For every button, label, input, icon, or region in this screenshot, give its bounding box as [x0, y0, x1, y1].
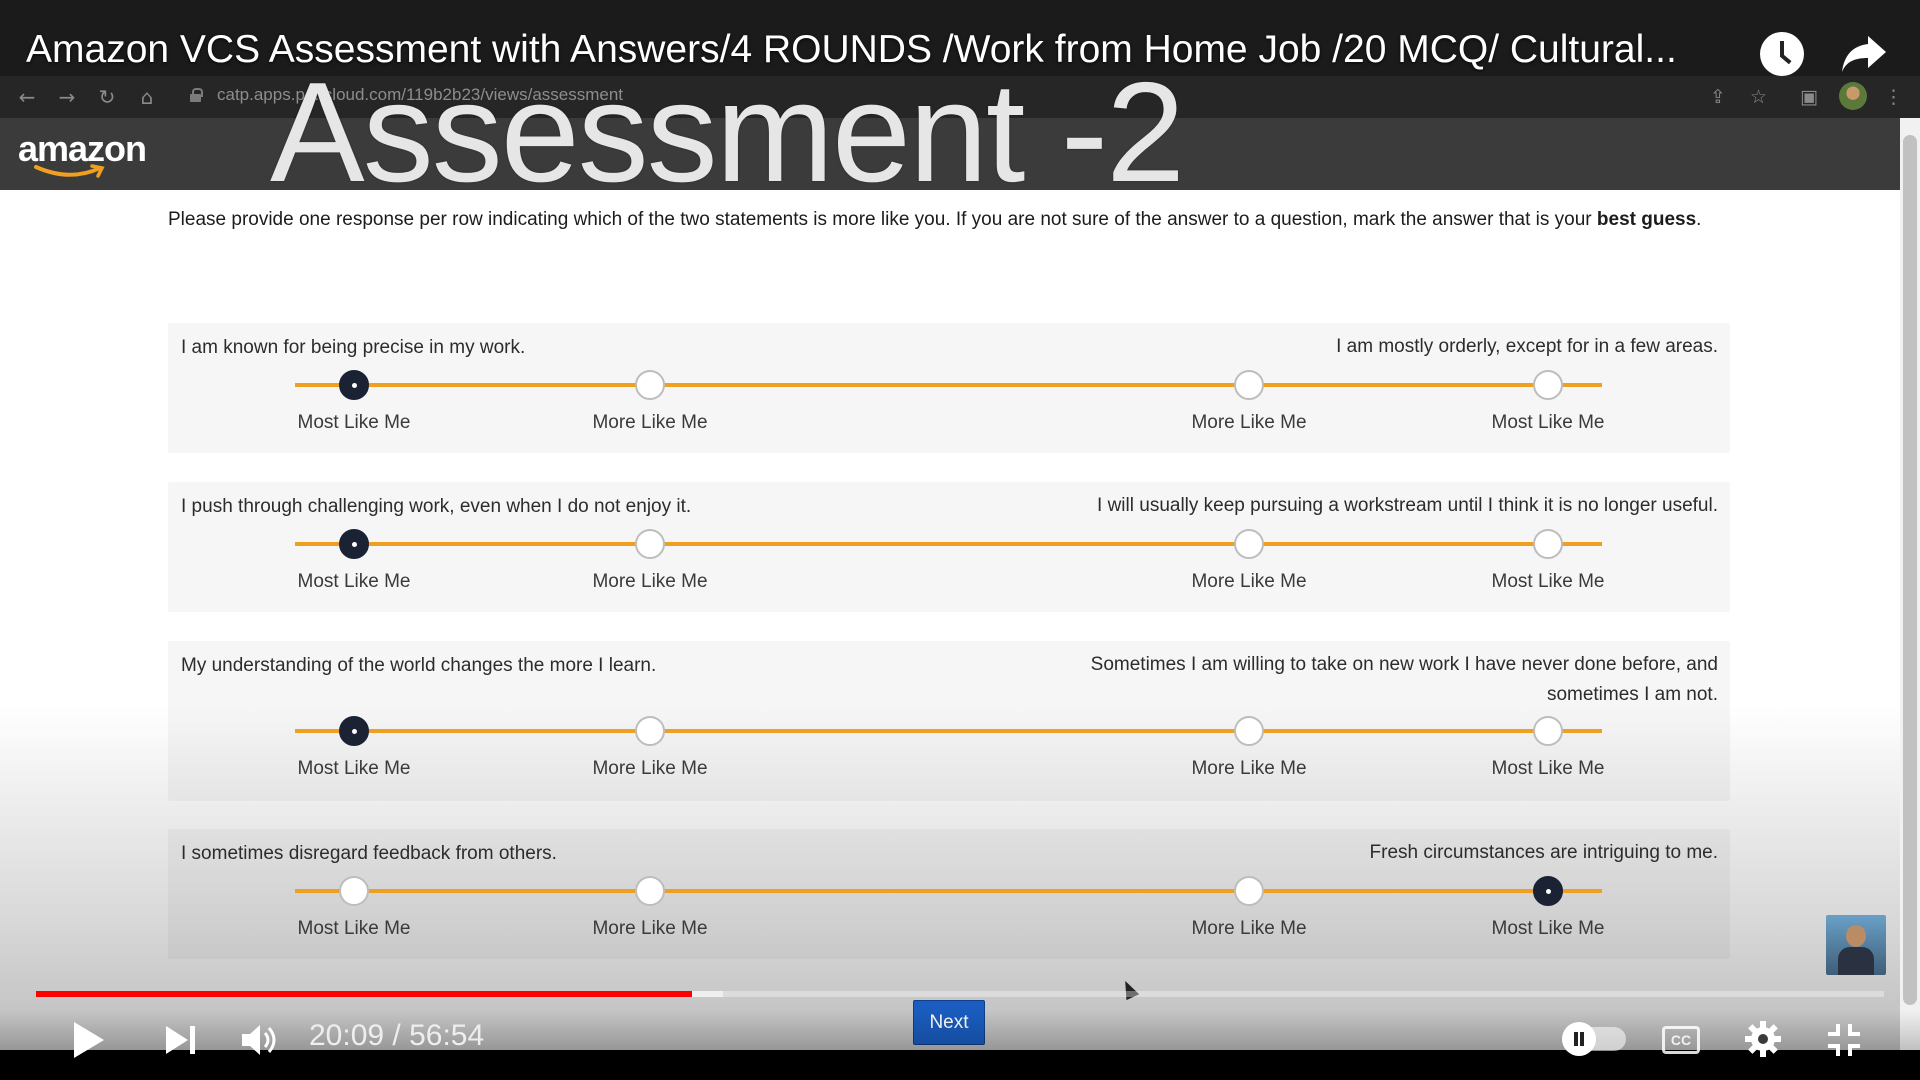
play-icon[interactable] [70, 1020, 106, 1060]
question-row: I push through challenging work, even wh… [168, 482, 1730, 612]
share-icon[interactable] [1840, 32, 1888, 76]
statement-right: Fresh circumstances are intriguing to me… [1369, 842, 1718, 863]
question-row: My understanding of the world changes th… [168, 641, 1730, 801]
scale-option-radio[interactable] [1533, 370, 1563, 400]
statement-left: I am known for being precise in my work. [181, 337, 526, 358]
scale-option-label: More Like Me [1191, 412, 1307, 433]
scale-option-label: Most Like Me [1491, 918, 1605, 939]
scale-option-label: More Like Me [592, 918, 708, 939]
scale-option-radio[interactable] [339, 370, 369, 400]
scale-track [295, 383, 1602, 387]
statement-left: My understanding of the world changes th… [181, 655, 657, 676]
scale-track [295, 542, 1602, 546]
share-page-icon[interactable]: ⇪ [1710, 84, 1726, 110]
scale-option-radio[interactable] [1234, 876, 1264, 906]
question-row: I am known for being precise in my work.… [168, 323, 1730, 453]
scale-option-radio[interactable] [339, 529, 369, 559]
scale-option-label: Most Like Me [297, 412, 411, 433]
home-icon[interactable]: ⌂ [134, 84, 160, 110]
scale-option-radio[interactable] [1533, 876, 1563, 906]
progress-played [36, 991, 692, 997]
scale-option-radio[interactable] [635, 876, 665, 906]
next-video-icon[interactable] [164, 1024, 198, 1056]
captions-icon[interactable]: CC [1662, 1026, 1700, 1054]
video-time: 20:09 / 56:54 [309, 1019, 485, 1052]
scale-option-label: Most Like Me [1491, 571, 1605, 592]
settings-gear-icon[interactable] [1744, 1020, 1782, 1058]
scale-option-label: More Like Me [592, 571, 708, 592]
scale-track [295, 889, 1602, 893]
scale-option-label: Most Like Me [1491, 412, 1605, 433]
side-panel-icon[interactable]: ▣ [1800, 84, 1818, 110]
scale-option-radio[interactable] [1234, 370, 1264, 400]
exit-fullscreen-icon[interactable] [1826, 1022, 1862, 1058]
statement-right: I am mostly orderly, except for in a few… [1336, 336, 1718, 357]
statement-left: I push through challenging work, even wh… [181, 496, 692, 517]
scale-option-label: Most Like Me [1491, 758, 1605, 779]
video-title[interactable]: Amazon VCS Assessment with Answers/4 ROU… [26, 28, 1746, 72]
scale-option-radio[interactable] [635, 370, 665, 400]
scale-option-label: More Like Me [1191, 758, 1307, 779]
bookmark-star-icon[interactable]: ☆ [1750, 84, 1767, 110]
statement-right: Sometimes I am willing to take on new wo… [1090, 654, 1718, 705]
question-row: I sometimes disregard feedback from othe… [168, 829, 1730, 959]
scale-option-label: Most Like Me [297, 758, 411, 779]
scale-option-radio[interactable] [339, 716, 369, 746]
statement-right: I will usually keep pursuing a workstrea… [1097, 495, 1718, 516]
scale-option-label: More Like Me [1191, 918, 1307, 939]
back-icon[interactable]: ← [14, 84, 40, 110]
scrollbar-thumb[interactable] [1903, 135, 1917, 1005]
watch-later-icon[interactable] [1760, 32, 1804, 76]
scale-option-radio[interactable] [635, 716, 665, 746]
scale-option-radio[interactable] [1234, 529, 1264, 559]
video-overlay-title: Assessment -2 [270, 53, 1185, 212]
scale-option-radio[interactable] [339, 876, 369, 906]
scale-option-label: More Like Me [592, 412, 708, 433]
lock-icon [190, 88, 203, 102]
scale-option-label: Most Like Me [297, 571, 411, 592]
scale-track [295, 729, 1602, 733]
statement-left: I sometimes disregard feedback from othe… [181, 843, 557, 864]
volume-icon[interactable] [240, 1022, 280, 1058]
profile-avatar[interactable] [1839, 82, 1867, 110]
scale-option-label: More Like Me [1191, 571, 1307, 592]
scale-option-radio[interactable] [1533, 529, 1563, 559]
pause-icon [1562, 1022, 1596, 1056]
browser-menu-icon[interactable]: ⋮ [1884, 84, 1903, 110]
scale-option-radio[interactable] [635, 529, 665, 559]
video-controls [0, 1010, 1920, 1080]
forward-icon[interactable]: → [54, 84, 80, 110]
amazon-smile-icon [34, 164, 105, 178]
scale-option-label: More Like Me [592, 758, 708, 779]
reload-icon[interactable]: ↻ [94, 84, 120, 110]
scale-option-radio[interactable] [1234, 716, 1264, 746]
channel-avatar[interactable] [1826, 915, 1886, 975]
scale-option-label: Most Like Me [297, 918, 411, 939]
scale-option-radio[interactable] [1533, 716, 1563, 746]
